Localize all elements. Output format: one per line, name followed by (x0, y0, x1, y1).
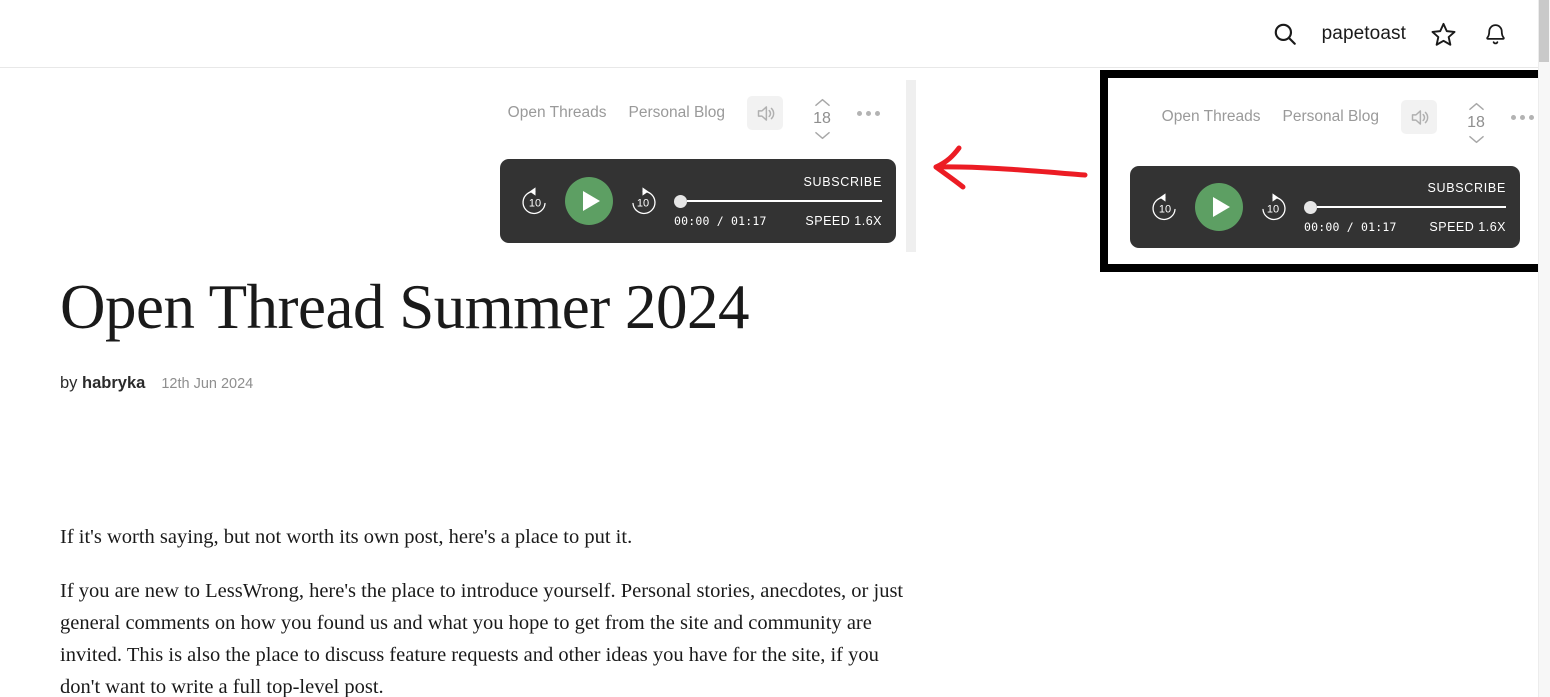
post-paragraph: If you are new to LessWrong, here's the … (60, 580, 904, 697)
callout-vote-score: 18 (1467, 114, 1485, 131)
callout-progress-knob[interactable] (1304, 200, 1317, 214)
post-paragraph: If it's worth saying, but not worth its … (60, 526, 633, 548)
chevron-up-icon[interactable] (814, 96, 831, 109)
callout-progress-slider[interactable] (1304, 200, 1506, 214)
page-title: Open Thread Summer 2024 (60, 272, 749, 342)
callout-play-icon (1213, 197, 1230, 217)
post-body: If it's worth saying, but not worth its … (60, 521, 905, 697)
forward-10-button[interactable]: 10 (626, 184, 660, 218)
time-separator: / (716, 213, 724, 228)
vote-score: 18 (813, 110, 831, 127)
svg-text:10: 10 (1267, 204, 1279, 216)
callout-tag-link-open-threads[interactable]: Open Threads (1162, 100, 1261, 134)
callout-audio-player: 10 10 SUBSCRIBE 00:00 / 01:17 SPEED 1.6X (1130, 166, 1520, 248)
window-scrollbar[interactable] (1538, 0, 1550, 697)
header-actions: papetoast (1270, 0, 1510, 68)
callout-tag-link-personal-blog[interactable]: Personal Blog (1282, 100, 1379, 134)
site-header: papetoast (0, 0, 1538, 68)
star-icon[interactable] (1428, 19, 1458, 49)
post-date: 12th Jun 2024 (161, 376, 254, 392)
player-track-area: SUBSCRIBE 00:00 / 01:17 SPEED 1.6X (674, 168, 882, 234)
callout-time-row: 00:00 / 01:17 SPEED 1.6X (1304, 220, 1506, 234)
svg-text:10: 10 (637, 198, 649, 210)
callout-speed-button[interactable]: SPEED 1.6X (1429, 220, 1506, 234)
audio-player: 10 10 SUBSCRIBE 00:00 / 01:17 SPEED 1.6X (500, 159, 896, 243)
time-row: 00:00 / 01:17 SPEED 1.6X (674, 214, 882, 228)
callout-vote-widget: 18 (1459, 100, 1493, 146)
callout-post-meta-row: Open Threads Personal Blog 18 (1124, 100, 1534, 146)
subscribe-button[interactable]: SUBSCRIBE (803, 175, 882, 189)
callout-subscribe-row: SUBSCRIBE (1304, 181, 1506, 195)
red-arrow-left (925, 140, 1090, 205)
byline: by habryka 12th Jun 2024 (60, 374, 253, 393)
byline-prefix: by (60, 374, 78, 392)
subscribe-row: SUBSCRIBE (674, 175, 882, 189)
callout-play-button[interactable] (1195, 183, 1243, 231)
byline-author: by habryka (60, 374, 145, 393)
username-label[interactable]: papetoast (1322, 23, 1406, 45)
scrollbar-thumb[interactable] (1539, 0, 1549, 62)
svg-text:10: 10 (1159, 204, 1171, 216)
callout-forward-10-button[interactable]: 10 (1256, 190, 1290, 224)
callout-player-track-area: SUBSCRIBE 00:00 / 01:17 SPEED 1.6X (1304, 174, 1506, 240)
vote-widget: 18 (805, 96, 839, 142)
author-name[interactable]: habryka (82, 374, 145, 392)
progress-slider[interactable] (674, 194, 882, 208)
chevron-down-icon[interactable] (814, 129, 831, 142)
current-time: 00:00 (674, 213, 710, 228)
callout-time-display: 00:00 / 01:17 (1304, 220, 1397, 234)
callout-ellipsis-icon[interactable] (1511, 100, 1534, 134)
zoom-callout-panel: Open Threads Personal Blog 18 10 10 SUBS… (1100, 70, 1550, 272)
total-time: 01:17 (731, 213, 767, 228)
svg-text:10: 10 (529, 198, 541, 210)
ellipsis-icon[interactable] (857, 96, 880, 130)
inner-scroll-divider (906, 80, 916, 252)
speaker-wave-icon[interactable] (747, 96, 783, 130)
play-icon (583, 191, 600, 211)
callout-rewind-10-button[interactable]: 10 (1148, 190, 1182, 224)
speed-button[interactable]: SPEED 1.6X (805, 214, 882, 228)
play-button[interactable] (565, 177, 613, 225)
progress-knob[interactable] (674, 194, 687, 208)
callout-progress-rail[interactable] (1317, 206, 1506, 208)
time-display: 00:00 / 01:17 (674, 214, 767, 228)
callout-chevron-up-icon[interactable] (1468, 100, 1485, 113)
callout-time-separator: / (1346, 219, 1354, 234)
callout-content: Open Threads Personal Blog 18 10 10 SUBS… (1108, 78, 1542, 264)
post-meta-row: Open Threads Personal Blog 18 (0, 96, 900, 142)
search-icon[interactable] (1270, 19, 1300, 49)
tag-link-open-threads[interactable]: Open Threads (508, 96, 607, 130)
bell-icon[interactable] (1480, 19, 1510, 49)
app-page: papetoast Open Threads Personal Blog 18 … (0, 0, 1550, 697)
callout-total-time: 01:17 (1361, 219, 1397, 234)
callout-chevron-down-icon[interactable] (1468, 133, 1485, 146)
tag-link-personal-blog[interactable]: Personal Blog (628, 96, 725, 130)
callout-subscribe-button[interactable]: SUBSCRIBE (1427, 181, 1506, 195)
callout-current-time: 00:00 (1304, 219, 1340, 234)
progress-rail[interactable] (687, 200, 882, 202)
callout-speaker-wave-icon[interactable] (1401, 100, 1437, 134)
rewind-10-button[interactable]: 10 (518, 184, 552, 218)
